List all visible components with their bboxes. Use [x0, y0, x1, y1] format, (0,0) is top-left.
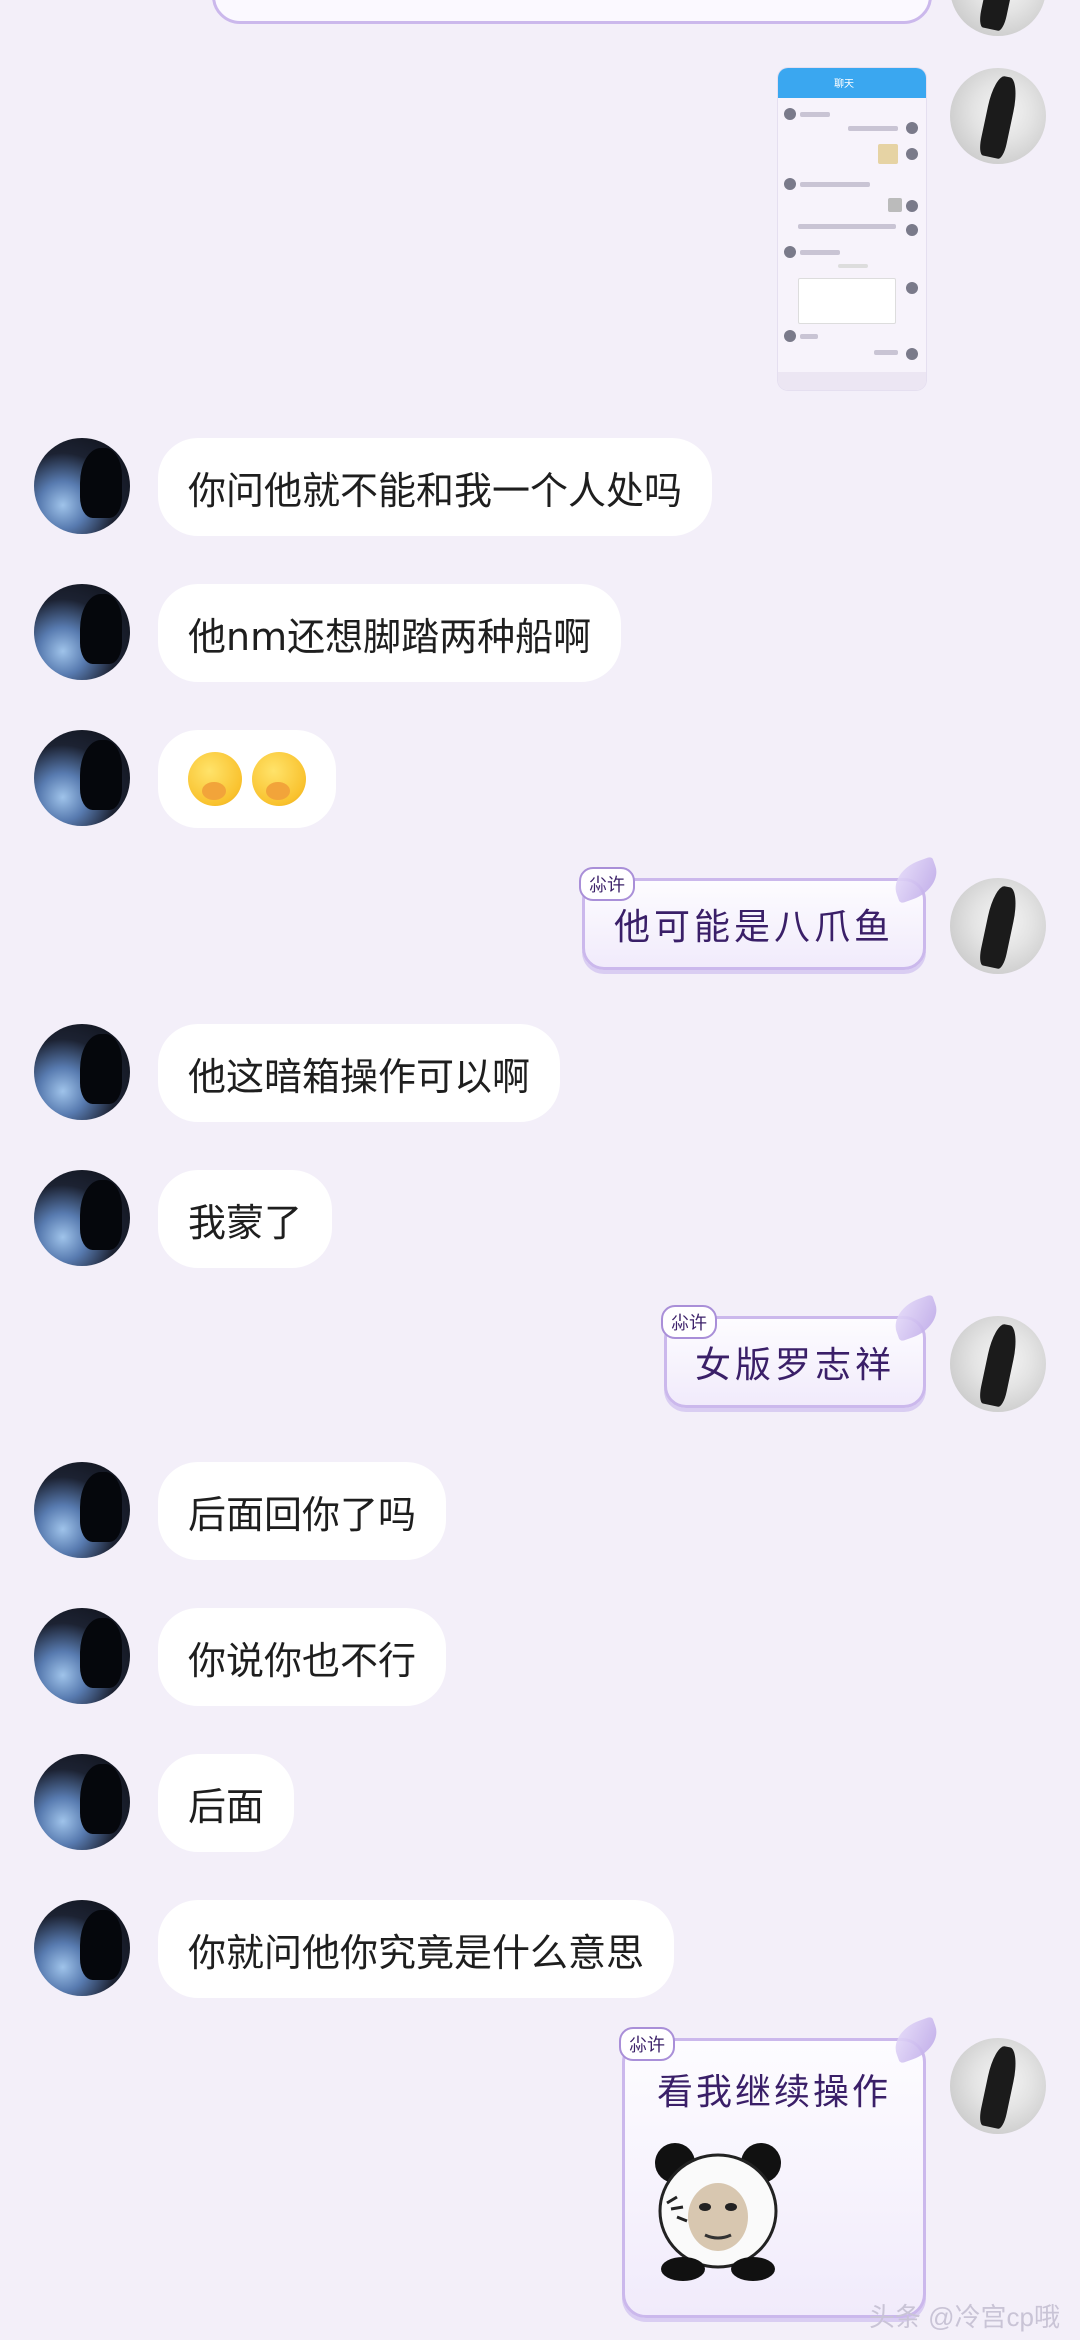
sender-tag: 尛许: [619, 2027, 675, 2061]
message-text: 你说你也不行: [188, 1638, 417, 1683]
my-avatar[interactable]: [950, 68, 1046, 164]
message-text: 我蒙了: [188, 1200, 303, 1245]
sent-sticker-message[interactable]: 尛许 看我继续操作: [619, 2016, 944, 2318]
contact-avatar[interactable]: [34, 1170, 130, 1266]
sender-tag: 尛许: [579, 867, 635, 901]
contact-avatar[interactable]: [34, 1608, 130, 1704]
sent-message[interactable]: 尛许 他可能是八爪鱼: [579, 856, 944, 970]
message-text: 他可能是八爪鱼: [613, 907, 894, 948]
wing-decoration-icon: [888, 1294, 944, 1342]
wing-decoration-icon: [888, 2016, 944, 2064]
thumbnail-title: 聊天: [834, 79, 854, 90]
received-message[interactable]: 你问他就不能和我一个人处吗: [158, 438, 713, 536]
received-message[interactable]: 后面回你了吗: [158, 1462, 447, 1560]
watermark: 头条 @冷宫cp哦: [868, 2302, 1060, 2332]
message-text: 你问他就不能和我一个人处吗: [188, 468, 683, 513]
received-message[interactable]: 你说你也不行: [158, 1608, 447, 1706]
my-avatar[interactable]: [950, 0, 1046, 36]
message-text: 你就问他你究竟是什么意思: [188, 1930, 645, 1975]
contact-avatar[interactable]: [34, 438, 130, 534]
message-text: 后面: [188, 1784, 265, 1829]
hand-over-mouth-emoji-icon: [188, 752, 242, 806]
received-message[interactable]: 我蒙了: [158, 1170, 333, 1268]
received-message[interactable]: 后面: [158, 1754, 295, 1852]
received-message[interactable]: 他这暗箱操作可以啊: [158, 1024, 561, 1122]
screenshot-image-message[interactable]: 聊天: [778, 68, 926, 390]
message-text: 女版罗志祥: [694, 1345, 895, 1386]
hand-over-mouth-emoji-icon: [252, 752, 306, 806]
contact-avatar[interactable]: [34, 1024, 130, 1120]
message-text: 他这暗箱操作可以啊: [188, 1054, 531, 1099]
received-message[interactable]: 你就问他你究竟是什么意思: [158, 1900, 675, 1998]
my-avatar[interactable]: [950, 2038, 1046, 2134]
sender-tag: 尛许: [661, 1305, 717, 1339]
received-emoji-message[interactable]: [158, 730, 336, 828]
my-avatar[interactable]: [950, 878, 1046, 974]
contact-avatar[interactable]: [34, 1900, 130, 1996]
my-avatar[interactable]: [950, 1316, 1046, 1412]
contact-avatar[interactable]: [34, 1754, 130, 1850]
message-text: 看我继续操作: [656, 2072, 891, 2113]
panda-meme-sticker-icon: [655, 2143, 781, 2281]
sent-message[interactable]: 尛许 女版罗志祥: [661, 1294, 944, 1408]
message-text: 他nm还想脚踏两种船啊: [188, 614, 592, 659]
thumbnail-header: 聊天: [778, 68, 926, 98]
contact-avatar[interactable]: [34, 584, 130, 680]
wing-decoration-icon: [888, 856, 944, 904]
message-text: 后面回你了吗: [188, 1492, 417, 1537]
contact-avatar[interactable]: [34, 1462, 130, 1558]
contact-avatar[interactable]: [34, 730, 130, 826]
previous-message-bubble[interactable]: [212, 0, 932, 24]
received-message[interactable]: 他nm还想脚踏两种船啊: [158, 584, 622, 682]
